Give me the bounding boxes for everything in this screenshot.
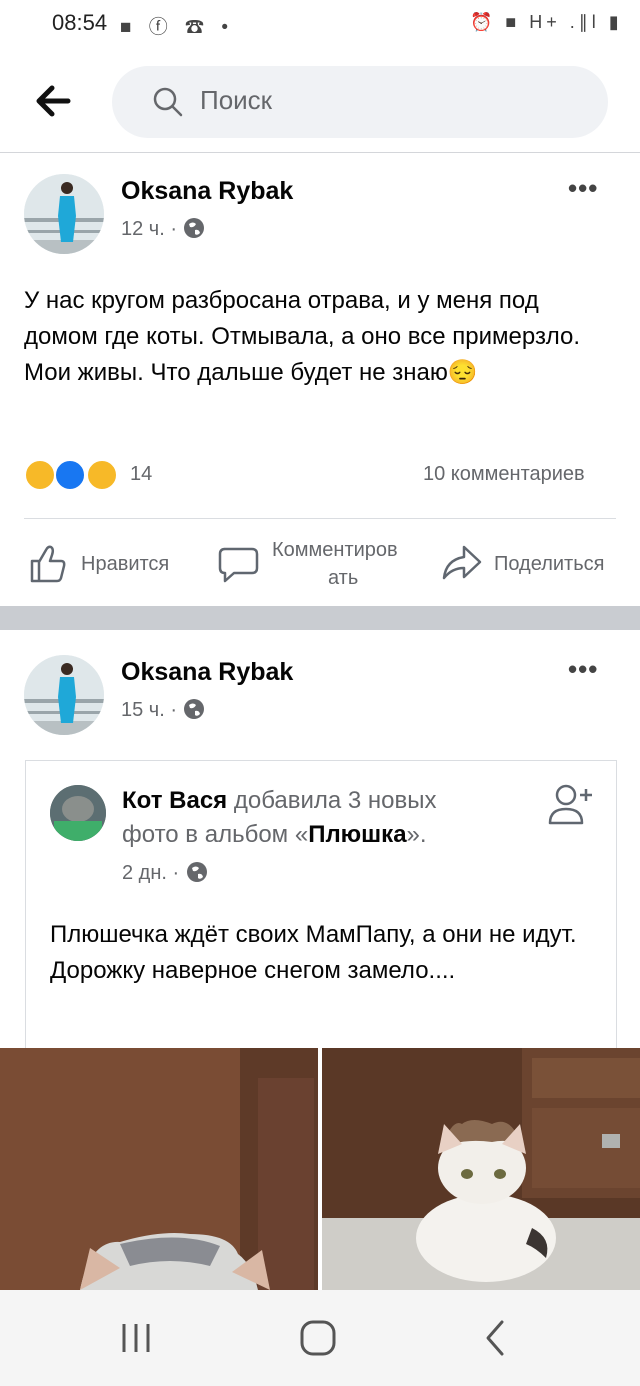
search-placeholder: Поиск	[200, 85, 273, 115]
arrow-left-icon	[36, 85, 71, 117]
home-icon[interactable]	[298, 1318, 338, 1358]
globe-icon	[184, 699, 205, 719]
shared-action-text: добавила 3 новых	[227, 787, 437, 814]
shared-post-text: Плюшечка ждёт своих МамПапу, а они не ид…	[50, 921, 577, 984]
recent-apps-icon[interactable]	[116, 1318, 156, 1358]
avatar[interactable]	[24, 174, 104, 254]
shared-header-line1: Кот Вася добавила 3 новых	[122, 787, 437, 815]
share-arrow-icon	[442, 545, 482, 580]
more-dots-icon[interactable]: •••	[568, 654, 598, 685]
shared-avatar[interactable]	[50, 785, 106, 841]
top-bar: Поиск	[0, 52, 640, 153]
post-card: Oksana Rybak 12 ч. · ••• У нас кругом ра…	[0, 153, 640, 605]
comment-button[interactable]: Комментиров ать	[216, 533, 426, 593]
post-author[interactable]: Oksana Rybak	[121, 658, 293, 687]
cat-avatar-image	[50, 785, 106, 841]
back-nav-icon[interactable]	[476, 1318, 516, 1358]
comment-label-line1: Комментиров	[272, 539, 398, 561]
post-text: У нас кругом разбросана отрава, и у меня…	[24, 287, 580, 386]
post-meta: 15 ч. ·	[121, 698, 205, 722]
avatar[interactable]	[24, 655, 104, 735]
globe-icon	[186, 862, 207, 882]
back-button[interactable]	[30, 78, 80, 124]
thumb-up-icon	[30, 545, 66, 583]
post-author[interactable]: Oksana Rybak	[121, 177, 293, 206]
add-friend-icon[interactable]	[546, 781, 598, 829]
comment-bubble-icon	[218, 547, 259, 583]
shared-author[interactable]: Кот Вася	[122, 787, 227, 814]
cat-photo-image	[0, 1048, 318, 1290]
avatar-photo	[24, 174, 104, 254]
like-label: Нравится	[81, 553, 170, 575]
comments-count[interactable]: 10 комментариев	[423, 463, 585, 486]
status-time: 08:54	[52, 10, 108, 35]
search-icon	[153, 87, 183, 117]
post-card: Oksana Rybak 15 ч. · ••• Кот Вася добави…	[0, 630, 640, 1290]
share-label: Поделиться	[494, 553, 605, 575]
shared-post-card[interactable]: Кот Вася добавила 3 новых фото в альбом …	[25, 760, 617, 1049]
post-time[interactable]: 15 ч. ·	[121, 699, 177, 721]
more-dots-icon[interactable]: •••	[568, 173, 598, 204]
like-button[interactable]: Нравится	[24, 541, 194, 591]
shared-time[interactable]: 2 дн. ·	[122, 862, 179, 884]
sad-reaction-icon	[24, 459, 56, 491]
like-reaction-icon	[54, 459, 86, 491]
system-nav-bar	[0, 1290, 640, 1386]
shared-action-text-3: ».	[406, 821, 427, 848]
post-meta: 12 ч. ·	[121, 217, 205, 241]
shared-action-text-2: фото в альбом «	[122, 821, 309, 848]
post-time[interactable]: 12 ч. ·	[121, 218, 177, 240]
shared-meta: 2 дн. ·	[122, 861, 208, 885]
status-bar: 08:54 ■ ⓕ ☎ • ⏰ ■ H+ .∥l ▮	[0, 0, 640, 52]
avatar-photo	[24, 655, 104, 735]
system-status-icons: ⏰ ■ H+ .∥l ▮	[470, 12, 623, 32]
photo-2[interactable]	[322, 1048, 640, 1290]
notification-icons: ■ ⓕ ☎ •	[120, 17, 234, 38]
reactions-count[interactable]: 14	[130, 463, 152, 486]
search-bar[interactable]: Поиск	[112, 66, 608, 138]
divider	[24, 518, 616, 519]
globe-icon	[184, 218, 205, 238]
photo-1[interactable]	[0, 1048, 318, 1290]
feed-separator	[0, 606, 640, 630]
album-link[interactable]: Плюшка	[308, 821, 406, 848]
wow-reaction-icon	[86, 459, 118, 491]
share-button[interactable]: Поделиться	[440, 541, 630, 591]
comment-label-line2: ать	[328, 567, 359, 589]
cat-photo-image	[322, 1048, 640, 1290]
reaction-icons[interactable]	[24, 459, 124, 491]
shared-header-line2: фото в альбом «Плюшка».	[122, 821, 427, 849]
